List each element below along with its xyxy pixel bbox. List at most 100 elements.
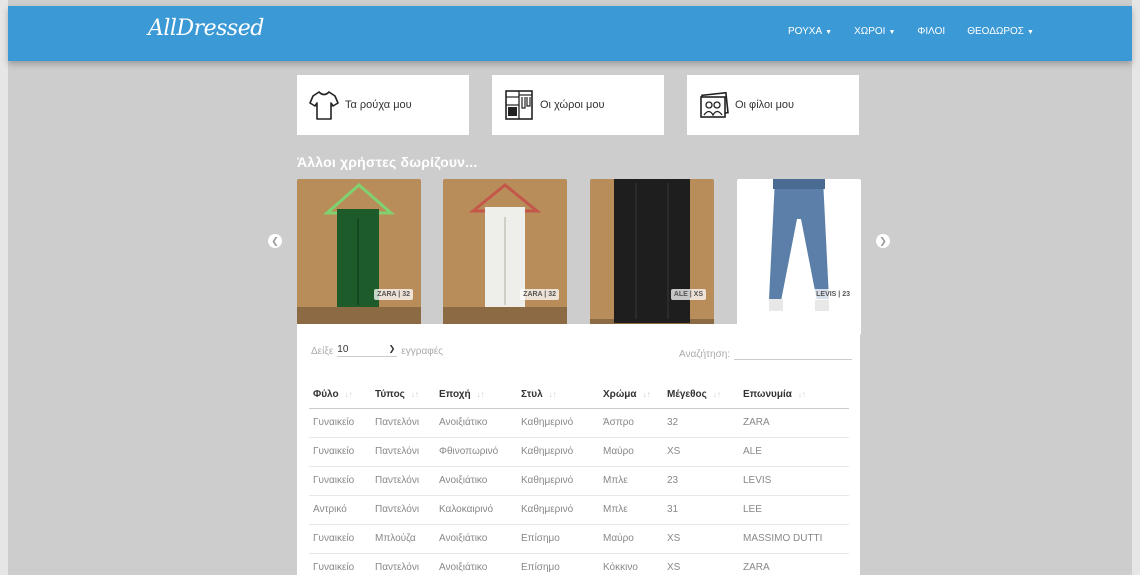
sort-icon: ↓↑ xyxy=(712,390,721,400)
cell-gender: Γυναικείο xyxy=(309,408,371,438)
product-image xyxy=(590,179,714,335)
cell-season: Φθινοπωρινό xyxy=(435,437,517,467)
sort-icon: ↓↑ xyxy=(410,390,419,400)
cell-gender: Γυναικείο xyxy=(309,553,371,575)
product-card[interactable]: ZARA | 32 xyxy=(443,179,567,335)
product-card[interactable]: LEVIS | 23 xyxy=(737,179,861,335)
sort-icon: ↓↑ xyxy=(642,390,651,400)
product-image xyxy=(297,179,421,335)
table-row[interactable]: Γυναικείο Παντελόνι Ανοιξιάτικο Καθημερι… xyxy=(309,466,849,496)
cell-brand: ZARA xyxy=(739,408,849,438)
table-header-row: Φύλο ↓↑ Τύπος ↓↑ Εποχή ↓↑ Στυλ ↓↑ Χρώμα ↓↑ Μέ… xyxy=(309,382,849,409)
tshirt-icon xyxy=(309,91,339,120)
shortcut-my-clothes[interactable]: Τα ρούχα μου xyxy=(297,75,469,135)
column-header-label: Τύπος xyxy=(375,389,405,401)
cell-color: Μαύρο xyxy=(599,437,663,467)
column-header-label: Μέγεθος xyxy=(667,389,707,401)
cell-color: Κόκκινο xyxy=(599,553,663,575)
cell-type: Παντελόνι xyxy=(371,437,435,467)
section-title-donations: Άλλοι χρήστες δωρίζουν... xyxy=(297,154,478,170)
cell-color: Μαύρο xyxy=(599,524,663,554)
friends-photo-icon xyxy=(700,91,729,118)
shortcut-label: Οι φίλοι μου xyxy=(735,99,795,111)
cell-gender: Γυναικείο xyxy=(309,524,371,554)
table-row[interactable]: Γυναικείο Παντελόνι Ανοιξιάτικο Επίσημο … xyxy=(309,553,849,575)
search-label: Αναζήτηση: xyxy=(679,349,731,360)
nav-item-label: ΘΕΟΔΩΡΟΣ xyxy=(967,26,1024,37)
shortcut-my-spaces[interactable]: Οι χώροι μου xyxy=(492,75,664,135)
table-row[interactable]: Γυναικείο Παντελόνι Φθινοπωρινό Καθημερι… xyxy=(309,437,849,467)
cell-brand: LEVIS xyxy=(739,466,849,496)
product-image xyxy=(443,179,567,335)
nav-item-user[interactable]: ΘΕΟΔΩΡΟΣ ▼ xyxy=(967,26,1034,37)
cell-gender: Γυναικείο xyxy=(309,466,371,496)
table-row[interactable]: Γυναικείο Παντελόνι Ανοιξιάτικο Καθημερι… xyxy=(309,408,849,438)
cell-brand: LEE xyxy=(739,495,849,525)
column-header-type[interactable]: Τύπος ↓↑ xyxy=(371,382,435,409)
length-label: Δείξε xyxy=(311,346,334,357)
cell-type: Παντελόνι xyxy=(371,466,435,496)
column-header-brand[interactable]: Επωνυμία ↓↑ xyxy=(739,382,849,409)
cell-season: Ανοιξιάτικο xyxy=(435,466,517,496)
cell-size: XS xyxy=(663,553,739,575)
nav-item-friends[interactable]: ΦΙΛΟΙ xyxy=(917,26,945,37)
product-card[interactable]: ZARA | 32 xyxy=(297,179,421,335)
cell-gender: Αντρικό xyxy=(309,495,371,525)
cell-brand: ALE xyxy=(739,437,849,467)
search-input[interactable] xyxy=(734,344,853,360)
cell-style: Καθημερινό xyxy=(517,408,599,438)
table-row[interactable]: Αντρικό Παντελόνι Καλοκαιρινό Καθημερινό… xyxy=(309,495,849,525)
column-header-season[interactable]: Εποχή ↓↑ xyxy=(435,382,517,409)
nav-item-clothes[interactable]: ΡΟΥΧΑ ▼ xyxy=(788,26,832,37)
cell-season: Ανοιξιάτικο xyxy=(435,408,517,438)
chevron-down-icon: ❯ xyxy=(388,344,396,353)
brand-logo[interactable]: AllDressed xyxy=(148,16,264,41)
nav-item-label: ΦΙΛΟΙ xyxy=(917,26,946,37)
length-select[interactable]: 10 ❯ xyxy=(337,344,398,357)
table-length-control: Δείξε 10 ❯ εγγραφές xyxy=(311,344,443,357)
carousel-next-button[interactable]: ❯ xyxy=(876,234,890,248)
cell-season: Καλοκαιρινό xyxy=(435,495,517,525)
window-frame-right xyxy=(1132,0,1140,575)
column-header-label: Εποχή xyxy=(439,389,471,401)
shortcut-my-friends[interactable]: Οι φίλοι μου xyxy=(687,75,859,135)
cell-color: Μπλε xyxy=(599,495,663,525)
column-header-label: Στυλ xyxy=(521,389,543,401)
cell-size: 23 xyxy=(663,466,739,496)
cell-style: Καθημερινό xyxy=(517,437,599,467)
cell-season: Ανοιξιάτικο xyxy=(435,553,517,575)
product-tag: ZARA | 32 xyxy=(520,289,559,300)
caret-down-icon: ▼ xyxy=(825,29,833,36)
cell-style: Καθημερινό xyxy=(517,495,599,525)
caret-down-icon: ▼ xyxy=(888,29,896,36)
nav-menu: ΡΟΥΧΑ ▼ ΧΩΡΟΙ ▼ ΦΙΛΟΙ ΘΕΟΔΩΡΟΣ ▼ xyxy=(788,26,1056,37)
length-select-value: 10 xyxy=(337,344,349,355)
window-frame-left xyxy=(0,0,8,575)
cell-color: Μπλε xyxy=(599,466,663,496)
cell-color: Άσπρο xyxy=(599,408,663,438)
cell-type: Παντελόνι xyxy=(371,553,435,575)
carousel-prev-button[interactable]: ❮ xyxy=(268,234,282,248)
cell-type: Μπλούζα xyxy=(371,524,435,554)
cell-type: Παντελόνι xyxy=(371,408,435,438)
column-header-label: Χρώμα xyxy=(603,389,637,401)
table-row[interactable]: Γυναικείο Μπλούζα Ανοιξιάτικο Επίσημο Μα… xyxy=(309,524,849,554)
cell-size: 32 xyxy=(663,408,739,438)
cell-type: Παντελόνι xyxy=(371,495,435,525)
sort-icon: ↓↑ xyxy=(476,390,485,400)
caret-down-icon: ▼ xyxy=(1027,29,1034,36)
column-header-size[interactable]: Μέγεθος ↓↑ xyxy=(663,382,739,409)
cell-style: Επίσημο xyxy=(517,553,599,575)
data-table: Φύλο ↓↑ Τύπος ↓↑ Εποχή ↓↑ Στυλ ↓↑ Χρώμα ↓↑ Μέ… xyxy=(309,382,849,575)
nav-item-label: ΡΟΥΧΑ xyxy=(788,26,823,37)
nav-item-spaces[interactable]: ΧΩΡΟΙ ▼ xyxy=(854,26,895,37)
cell-style: Επίσημο xyxy=(517,524,599,554)
sort-icon: ↓↑ xyxy=(797,390,806,400)
column-header-color[interactable]: Χρώμα ↓↑ xyxy=(599,382,663,409)
cell-brand: ZARA xyxy=(739,553,849,575)
product-card[interactable]: ALE | XS xyxy=(590,179,714,335)
table-search-control: Αναζήτηση: xyxy=(679,344,853,360)
column-header-gender[interactable]: Φύλο ↓↑ xyxy=(309,382,371,409)
column-header-style[interactable]: Στυλ ↓↑ xyxy=(517,382,599,409)
sort-icon: ↓↑ xyxy=(344,390,353,400)
